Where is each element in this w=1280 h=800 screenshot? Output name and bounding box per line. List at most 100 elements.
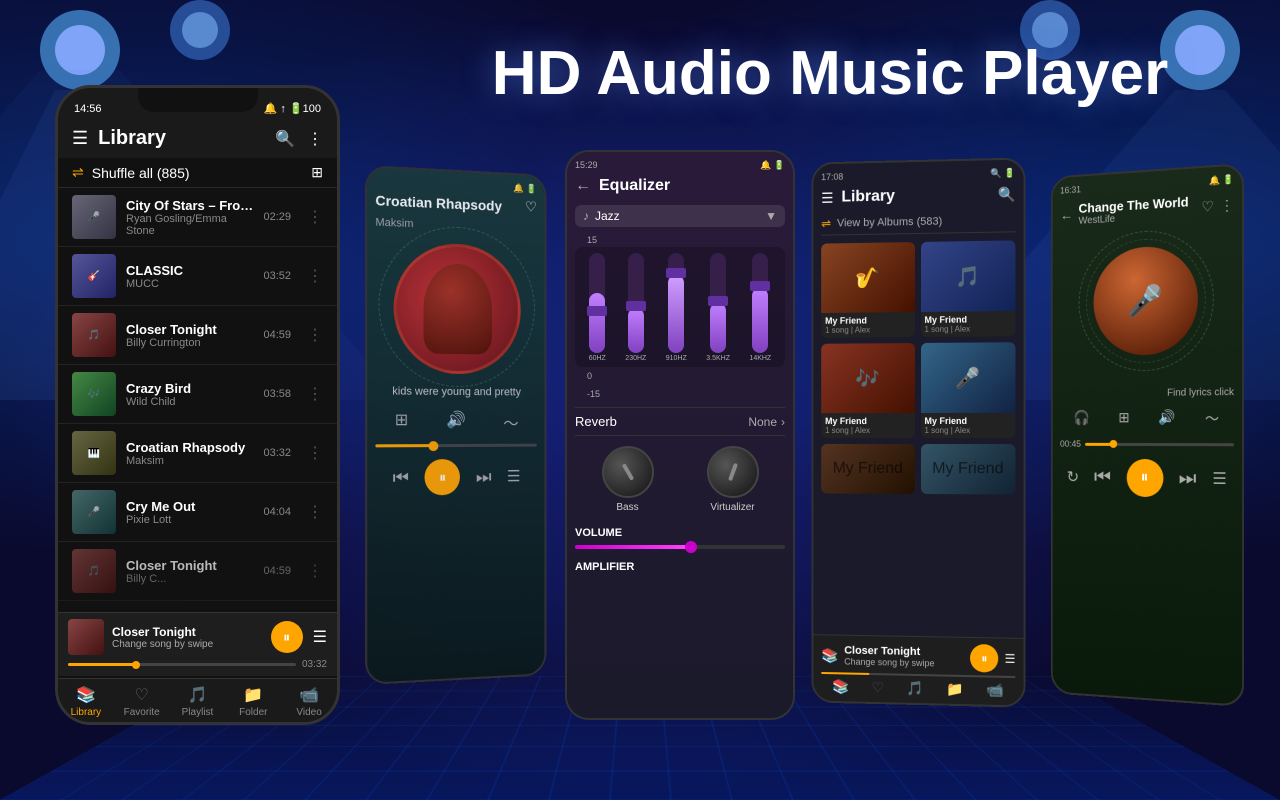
song-more-icon[interactable]: ⋮: [307, 443, 323, 463]
np-pause-btn[interactable]: ⏸: [1126, 459, 1163, 497]
song-duration: 03:32: [263, 447, 291, 459]
lib2-nav-fold[interactable]: 📁: [946, 681, 963, 698]
song-item[interactable]: 🎵 Closer Tonight Billy C... 04:59 ⋮: [58, 542, 337, 601]
preset-label: Jazz: [595, 209, 759, 223]
eq-icon[interactable]: ⊞: [395, 410, 408, 434]
np-headphone-icon[interactable]: 🎧: [1074, 409, 1090, 429]
lib2-nav-pl[interactable]: 🎵: [906, 680, 923, 697]
eq-bar-3[interactable]: 910HZ: [666, 253, 687, 362]
lib2-pause-btn[interactable]: ⏸: [970, 644, 998, 673]
queue-icon[interactable]: ☰: [507, 466, 521, 486]
shuffle-row[interactable]: ⇌ Shuffle all (885) ⊞: [58, 158, 337, 188]
song-more-icon[interactable]: ⋮: [307, 207, 323, 227]
search-icon[interactable]: 🔍: [275, 129, 295, 149]
bass-label: Bass: [616, 502, 638, 513]
song-item[interactable]: 🎵 Closer Tonight Billy Currington 04:59 …: [58, 306, 337, 365]
np-heart-icon[interactable]: ♡: [1201, 197, 1214, 215]
library2-phone: 17:08 🔍 🔋 ☰ Library 🔍 ⇌ View by Albums (…: [811, 157, 1025, 707]
song-more-icon[interactable]: ⋮: [307, 561, 323, 581]
volume-slider[interactable]: [575, 545, 785, 549]
now-playing-subtitle: Change song by swipe: [112, 639, 263, 650]
song-item[interactable]: 🎹 Croatian Rhapsody Maksim 03:32 ⋮: [58, 424, 337, 483]
folder-nav-label: Folder: [239, 707, 267, 718]
nav-video[interactable]: 📹 Video: [281, 685, 337, 718]
song-info: Closer Tonight Billy Currington: [126, 322, 253, 349]
nav-library[interactable]: 📚 Library: [58, 685, 114, 718]
more-icon[interactable]: ⋮: [307, 129, 323, 149]
song-more-icon[interactable]: ⋮: [307, 502, 323, 522]
album-item[interactable]: 🎶 My Friend 1 song | Alex: [821, 343, 914, 438]
nav-playlist[interactable]: 🎵 Playlist: [170, 685, 226, 718]
lib2-nav-lib[interactable]: 📚: [832, 678, 849, 695]
croatian-song-title: Croatian Rhapsody: [375, 191, 502, 213]
song-title: Crazy Bird: [126, 381, 253, 396]
progress-container: 03:32: [68, 659, 327, 670]
lib2-search-icon[interactable]: 🔍: [998, 185, 1016, 202]
np-eq2-icon[interactable]: ⊞: [1118, 409, 1129, 429]
chevron-down-icon[interactable]: ▼: [765, 209, 777, 223]
next-icon[interactable]: ⏭: [476, 466, 492, 487]
np-more-icon[interactable]: ⋮: [1220, 196, 1234, 214]
np-back-icon[interactable]: ←: [1060, 206, 1073, 222]
filter-icon[interactable]: ⊞: [311, 164, 323, 181]
nav-favorite[interactable]: ♡ Favorite: [114, 685, 170, 718]
song-item[interactable]: 🎸 CLASSIC MUCC 03:52 ⋮: [58, 247, 337, 306]
lib2-nav-fav[interactable]: ♡: [872, 679, 884, 696]
song-title: Cry Me Out: [126, 499, 253, 514]
np-volume2-icon[interactable]: 🔊: [1158, 409, 1175, 429]
np-repeat-icon[interactable]: ↻: [1067, 467, 1079, 487]
prev-icon[interactable]: ⏮: [393, 467, 409, 488]
folder-nav-icon: 📁: [243, 685, 263, 705]
find-lyrics-text[interactable]: Find lyrics click: [1167, 387, 1234, 399]
bass-knob[interactable]: Bass: [602, 446, 654, 513]
queue-icon[interactable]: ☰: [313, 627, 327, 647]
virtualizer-knob[interactable]: Virtualizer: [707, 446, 759, 513]
volume-label: VOLUME: [575, 527, 622, 539]
nav-folder[interactable]: 📁 Folder: [225, 685, 281, 718]
song-item[interactable]: 🎤 Cry Me Out Pixie Lott 04:04 ⋮: [58, 483, 337, 542]
back-icon[interactable]: ←: [575, 177, 591, 195]
np-queue2-icon[interactable]: ☰: [1212, 469, 1226, 490]
lib2-nav-vid[interactable]: 📹: [986, 681, 1004, 699]
album-item-partial[interactable]: My Friend: [920, 444, 1015, 495]
eq-bar-5[interactable]: 14KHZ: [749, 253, 771, 362]
album-item[interactable]: 🎵 My Friend 1 song | Alex: [920, 240, 1015, 337]
album-item[interactable]: 🎷 My Friend 1 song | Alex: [821, 242, 914, 338]
album-item[interactable]: 🎤 My Friend 1 song | Alex: [920, 342, 1015, 438]
song-more-icon[interactable]: ⋮: [307, 325, 323, 345]
nowplaying-phone: 16:31 🔔 🔋 ← Change The World WestLife ♡ …: [1051, 163, 1244, 707]
song-item[interactable]: 🎤 City Of Stars – From "La Ryan Gosling/…: [58, 188, 337, 247]
playlist-nav-icon: 🎵: [188, 685, 208, 705]
progress-bar[interactable]: [68, 663, 296, 666]
lib2-queue-icon[interactable]: ☰: [1005, 652, 1016, 666]
song-more-icon[interactable]: ⋮: [307, 384, 323, 404]
eq-bar-4[interactable]: 3.5KHZ: [706, 253, 730, 362]
song-info: Cry Me Out Pixie Lott: [126, 499, 253, 526]
library-nav-icon: 📚: [76, 685, 96, 705]
shuffle-icon: ⇌: [72, 164, 84, 181]
song-more-icon[interactable]: ⋮: [307, 266, 323, 286]
menu-icon[interactable]: ☰: [72, 128, 88, 149]
np-wave-icon[interactable]: 〜: [1205, 408, 1219, 428]
lib2-menu-icon[interactable]: ☰: [821, 189, 833, 206]
np-seek-bar[interactable]: [1085, 442, 1234, 445]
reverb-selector[interactable]: None ›: [748, 415, 785, 429]
np-prev-icon[interactable]: ⏮: [1094, 466, 1111, 489]
np-status-icons: 🔔 🔋: [1209, 174, 1234, 187]
equalizer-phone: 15:29 🔔 🔋 ← Equalizer ♪ Jazz ▼ 15: [565, 150, 795, 720]
library-header-icons: 🔍 ⋮: [275, 129, 323, 149]
song-title: Closer Tonight: [126, 558, 253, 573]
eq-bar-1[interactable]: 60HZ: [589, 253, 606, 362]
phone-notch: [138, 88, 258, 112]
song-duration: 04:04: [263, 506, 291, 518]
song-item[interactable]: 🎶 Crazy Bird Wild Child 03:58 ⋮: [58, 365, 337, 424]
np-next-icon[interactable]: ⏭: [1179, 467, 1197, 490]
now-playing-bar: Closer Tonight Change song by swipe ⏸ ☰ …: [58, 612, 337, 676]
heart-icon[interactable]: ♡: [525, 198, 537, 215]
wave-icon[interactable]: 〜: [503, 410, 518, 434]
album-item-partial[interactable]: My Friend: [821, 444, 914, 494]
eq-bar-2[interactable]: 230HZ: [625, 253, 646, 362]
volume-icon[interactable]: 🔊: [446, 410, 465, 434]
pause-button[interactable]: ⏸: [271, 621, 303, 653]
pause-btn[interactable]: ⏸: [425, 459, 460, 496]
